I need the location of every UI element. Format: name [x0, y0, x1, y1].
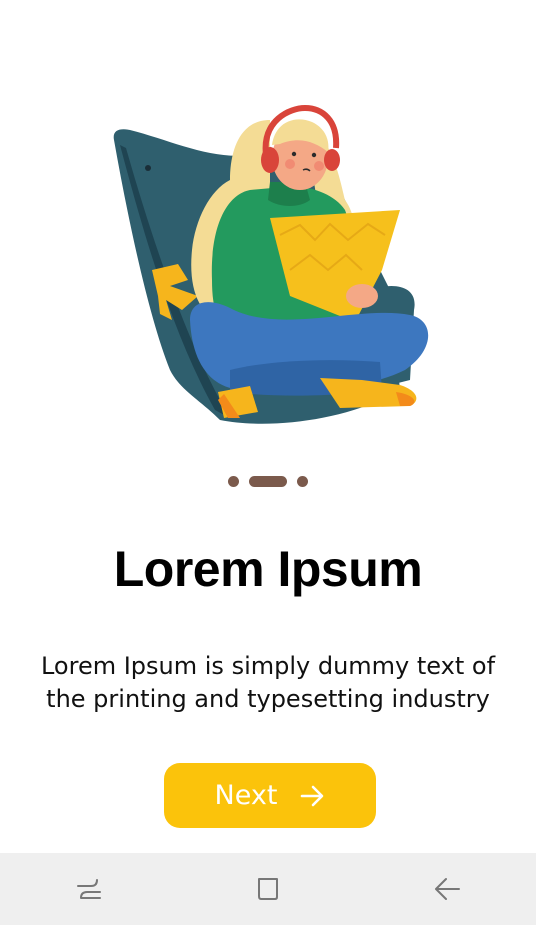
system-navigation-bar	[0, 853, 536, 925]
next-button-label: Next	[214, 780, 278, 811]
page-dot-1	[228, 476, 239, 487]
onboarding-screen: Lorem Ipsum Lorem Ipsum is simply dummy …	[0, 0, 536, 925]
next-button[interactable]: Next	[164, 763, 376, 828]
back-button[interactable]	[422, 864, 472, 914]
home-icon	[257, 878, 278, 900]
back-icon	[434, 878, 460, 900]
page-indicator	[0, 476, 536, 487]
recent-apps-icon	[77, 879, 102, 899]
onboarding-illustration	[113, 104, 429, 424]
recent-apps-button[interactable]	[64, 864, 114, 914]
home-button[interactable]	[243, 864, 293, 914]
page-dot-2-active	[249, 476, 287, 487]
page-dot-3	[297, 476, 308, 487]
arrow-right-icon	[301, 785, 324, 806]
onboarding-description: Lorem Ipsum is simply dummy text of the …	[40, 652, 496, 713]
onboarding-title: Lorem Ipsum	[113, 541, 423, 597]
